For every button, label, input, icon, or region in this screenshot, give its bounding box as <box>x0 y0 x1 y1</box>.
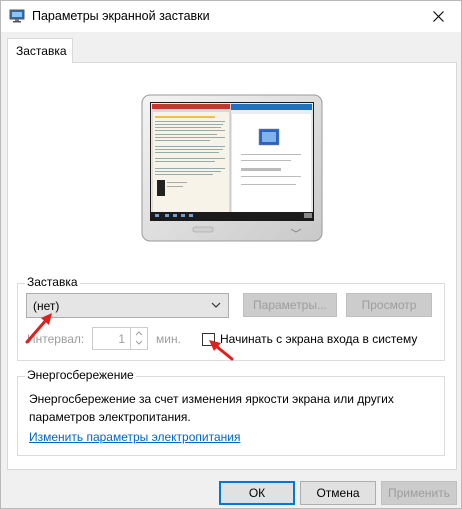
display-settings-icon <box>9 9 25 23</box>
ok-button[interactable]: ОК <box>219 481 295 505</box>
title-bar: Параметры экранной заставки <box>1 1 461 32</box>
close-button[interactable] <box>415 1 461 32</box>
annotation-arrow-select <box>25 313 52 344</box>
annotation-arrow-checkbox <box>209 340 234 361</box>
interval-spin-arrows[interactable] <box>130 328 147 349</box>
screensaver-settings-window: Параметры экранной заставки Заставка Зас… <box>0 0 462 509</box>
chevron-up-icon <box>135 331 143 336</box>
settings-button[interactable]: Параметры... <box>243 293 337 317</box>
preview-button[interactable]: Просмотр <box>346 293 432 317</box>
interval-value: 1 <box>118 332 125 346</box>
close-icon <box>432 11 444 22</box>
chevron-down-icon <box>135 340 143 345</box>
power-settings-link[interactable]: Изменить параметры электропитания <box>29 430 240 444</box>
energy-description: Энергосбережение за счет изменения яркос… <box>29 392 394 424</box>
minutes-label: мин. <box>156 332 181 346</box>
interval-spinner[interactable]: 1 <box>92 327 148 350</box>
apply-button[interactable]: Применить <box>381 481 457 505</box>
chevron-down-icon <box>211 302 221 308</box>
cancel-button[interactable]: Отмена <box>300 481 376 505</box>
logon-checkbox-label[interactable]: Начинать с экрана входа в систему <box>220 332 417 346</box>
monitor-preview <box>141 94 323 242</box>
energy-group-title: Энергосбережение <box>25 368 136 382</box>
window-title: Параметры экранной заставки <box>32 9 210 23</box>
screensaver-group-title: Заставка <box>25 275 80 289</box>
tab-screensaver[interactable]: Заставка <box>7 38 73 63</box>
